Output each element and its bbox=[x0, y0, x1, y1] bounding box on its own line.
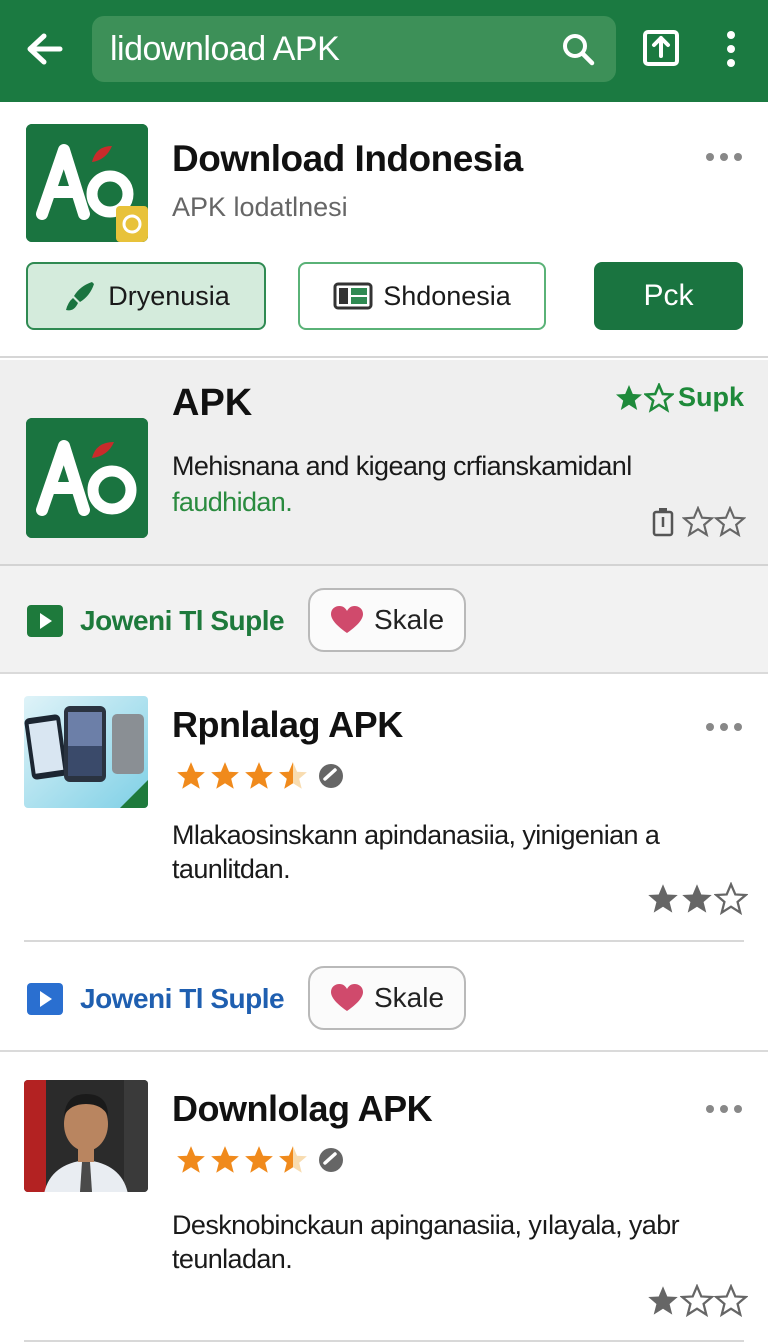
star-outline-icon bbox=[714, 882, 748, 916]
star-icon bbox=[177, 762, 205, 789]
item-description: Desknobinckaun apinganasiia, yılayala, y… bbox=[172, 1210, 680, 1274]
list-item[interactable]: Rpnlalag APK Mlakaosinskann apindanasiia… bbox=[0, 676, 768, 944]
more-horizontal-icon[interactable] bbox=[704, 720, 744, 734]
star-icon bbox=[211, 762, 239, 789]
item-title: Rpnlalag APK bbox=[172, 704, 403, 745]
skale-label: Skale bbox=[373, 604, 445, 635]
pck-button[interactable]: Pck bbox=[594, 262, 743, 330]
chip-dryenusia[interactable]: Dryenusia bbox=[26, 262, 266, 330]
phones-thumbnail bbox=[24, 696, 148, 808]
star-outline-icon bbox=[680, 1284, 714, 1318]
back-button[interactable] bbox=[20, 26, 70, 72]
chip-label: Shdonesia bbox=[383, 280, 511, 311]
suple-link-label: Joweni Tl Suple bbox=[80, 983, 285, 1014]
suple-link-label: Joweni Tl Suple bbox=[80, 605, 285, 636]
person-thumbnail bbox=[24, 1080, 148, 1192]
apk-logo-icon[interactable] bbox=[26, 124, 148, 242]
star-outline-icon bbox=[682, 506, 714, 538]
app-title: Download Indonesia bbox=[172, 138, 523, 179]
item-mini-rating bbox=[646, 1284, 748, 1318]
star-icon bbox=[648, 884, 678, 913]
suple-link[interactable]: Joweni Tl Suple bbox=[26, 982, 285, 1016]
divider bbox=[24, 1340, 744, 1342]
star-outline-icon bbox=[643, 382, 674, 413]
featured-app-card[interactable]: APK Supk Mehisnana and kigeang crfianska… bbox=[0, 360, 768, 566]
chip-label: Dryenusia bbox=[108, 280, 230, 311]
play-icon bbox=[27, 605, 63, 637]
featured-description: Mehisnana and kigeang crfianskamidanl fa… bbox=[172, 448, 732, 520]
chip-label: Pck bbox=[643, 279, 694, 312]
play-icon bbox=[27, 983, 63, 1015]
battery-icon bbox=[652, 508, 674, 537]
star-icon bbox=[648, 1286, 678, 1315]
heart-icon bbox=[330, 606, 363, 633]
app-header: Download Indonesia APK lodatlnesi Dryenu… bbox=[0, 102, 768, 358]
star-outline-icon bbox=[714, 506, 746, 538]
search-icon[interactable] bbox=[560, 31, 596, 67]
more-horizontal-icon[interactable] bbox=[704, 1102, 744, 1116]
featured-desc-link[interactable]: faudhidan. bbox=[172, 487, 293, 517]
app-subtitle: APK lodatlnesi bbox=[172, 192, 348, 222]
badge-label: Supk bbox=[677, 382, 744, 412]
item-star-rating bbox=[174, 760, 346, 792]
skale-label: Skale bbox=[373, 982, 445, 1013]
search-query: lidownload APK bbox=[110, 30, 340, 68]
heart-icon bbox=[330, 984, 363, 1011]
apk-logo-icon bbox=[26, 418, 148, 538]
chip-shdonesia[interactable]: Shdonesia bbox=[298, 262, 546, 330]
verified-icon bbox=[319, 764, 343, 788]
star-icon bbox=[682, 884, 712, 913]
item-star-rating bbox=[174, 1144, 346, 1176]
skale-button[interactable]: Skale bbox=[308, 588, 466, 652]
more-horizontal-icon[interactable] bbox=[704, 150, 744, 164]
star-icon bbox=[177, 1146, 205, 1173]
app-store-screen: lidownload APK Download Indonesia APK lo… bbox=[0, 0, 768, 1344]
action-row: Joweni Tl Suple Skale bbox=[0, 944, 768, 1052]
back-arrow-icon bbox=[27, 33, 63, 65]
star-outline-icon bbox=[714, 1284, 748, 1318]
more-vertical-icon[interactable] bbox=[718, 28, 744, 70]
top-app-bar: lidownload APK bbox=[0, 0, 768, 102]
star-half-icon bbox=[279, 1146, 307, 1173]
star-icon bbox=[211, 1146, 239, 1173]
verified-icon bbox=[319, 1148, 343, 1172]
panel-icon bbox=[333, 282, 373, 310]
star-icon bbox=[615, 384, 642, 410]
item-title: Downlolag APK bbox=[172, 1088, 433, 1129]
featured-rating bbox=[650, 506, 746, 538]
item-description: Mlakaosinskann apindanasiia, yinigenian … bbox=[172, 820, 660, 884]
save-icon[interactable] bbox=[642, 29, 680, 67]
item-mini-rating bbox=[646, 882, 748, 916]
list-item[interactable]: Downlolag APK Desknobinckaun apinganasii… bbox=[0, 1058, 768, 1344]
star-half-icon bbox=[279, 762, 307, 789]
featured-title: APK bbox=[172, 382, 253, 424]
skale-button[interactable]: Skale bbox=[308, 966, 466, 1030]
star-icon bbox=[245, 762, 273, 789]
brush-icon bbox=[66, 282, 95, 311]
star-icon bbox=[245, 1146, 273, 1173]
action-row: Joweni Tl Suple Skale bbox=[0, 566, 768, 674]
featured-badge: Supk bbox=[614, 382, 744, 413]
suple-link[interactable]: Joweni Tl Suple bbox=[26, 604, 285, 638]
divider bbox=[24, 940, 744, 942]
search-input[interactable]: lidownload APK bbox=[92, 16, 616, 82]
featured-desc-main: Mehisnana and kigeang crfianskamidanl bbox=[172, 451, 632, 481]
